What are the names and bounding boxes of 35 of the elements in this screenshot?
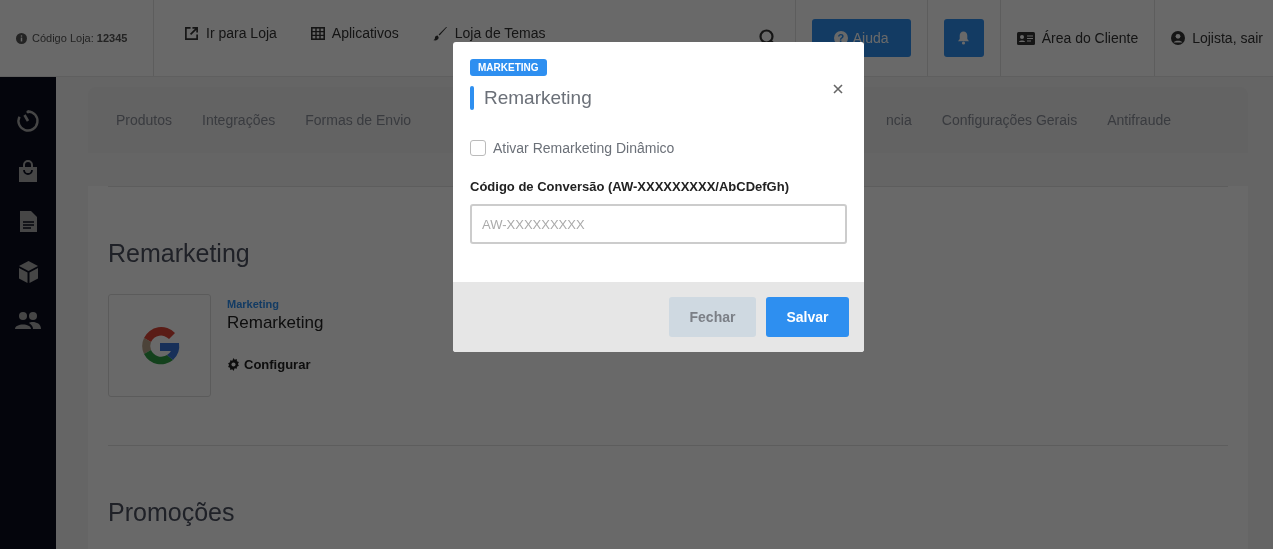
store-code: Código Loja: 12345 <box>32 32 128 44</box>
conversion-code-field[interactable]: AW-XXXXXXXXX <box>470 204 847 244</box>
nav-link[interactable]: Loja de Temas <box>432 25 546 41</box>
speedometer-icon[interactable] <box>16 109 40 133</box>
box-icon[interactable] <box>17 260 39 284</box>
field-label: Código de Conversão (AW-XXXXXXXXX/AbCDefGh) <box>470 179 789 194</box>
user-icon <box>1171 31 1186 45</box>
users-icon[interactable] <box>15 311 41 329</box>
nav-link[interactable]: Aplicativos <box>310 25 399 41</box>
notifications-button[interactable] <box>943 19 984 57</box>
user-link[interactable]: Lojista, sair <box>1171 30 1263 46</box>
save-button[interactable]: Salvar <box>766 297 849 337</box>
info-icon <box>16 32 27 44</box>
dialog-title: Remarketing <box>484 87 592 109</box>
bell-icon <box>957 31 971 45</box>
section-title: Promoções <box>108 498 235 527</box>
checkbox-label: Ativar Remarketing Dinâmico <box>493 140 675 156</box>
brush-icon <box>432 25 448 41</box>
section-title: Remarketing <box>108 239 250 268</box>
shopping-bag-icon[interactable] <box>18 160 38 183</box>
category-badge: MARKETING <box>470 59 547 76</box>
client-area-link[interactable]: Área do Cliente <box>1016 30 1139 46</box>
app-category: Marketing <box>227 298 279 310</box>
document-icon[interactable] <box>18 210 38 233</box>
id-card-icon <box>1016 31 1035 45</box>
checkbox[interactable] <box>470 140 486 156</box>
app-name: Remarketing <box>227 313 324 333</box>
grid-icon <box>310 26 325 40</box>
gear-icon <box>227 358 240 371</box>
close-icon <box>833 84 843 94</box>
external-link-icon <box>184 25 199 41</box>
nav-link[interactable]: Ir para Loja <box>184 25 277 41</box>
close-button[interactable] <box>831 82 845 96</box>
configure-link[interactable]: Configurar <box>227 357 311 372</box>
close-dialog-button[interactable]: Fechar <box>669 297 756 337</box>
